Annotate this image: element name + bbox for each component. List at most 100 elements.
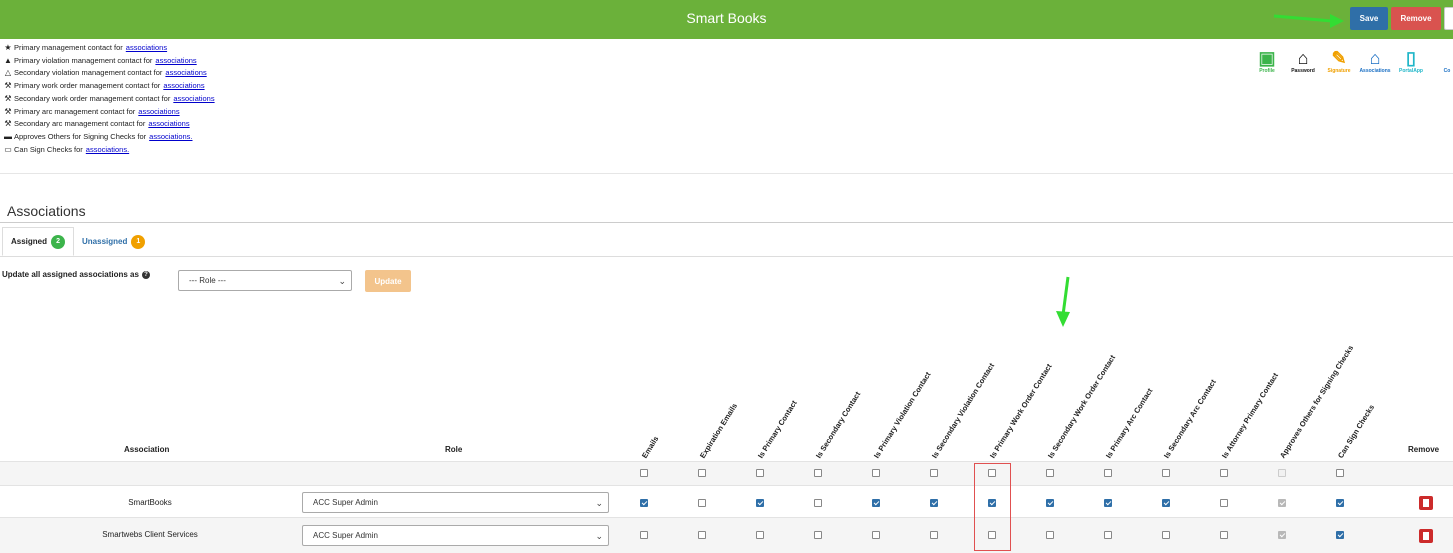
select-value: --- Role --- — [189, 276, 226, 285]
filter-checkbox[interactable] — [814, 469, 822, 477]
highlight-box-annotation — [974, 463, 1011, 551]
column-header-checkbox: Emails — [640, 434, 661, 460]
remove-row-button[interactable] — [1419, 529, 1433, 543]
tool-profile[interactable]: ▣ Profile — [1252, 48, 1282, 74]
filter-checkbox[interactable] — [698, 469, 706, 477]
tool-signature[interactable]: ✎ Signature — [1324, 48, 1354, 74]
row-checkbox[interactable] — [698, 531, 706, 539]
legend-text: Primary arc management contact for — [14, 106, 136, 116]
column-header-checkbox: Is Secondary Contact — [814, 389, 863, 460]
column-header-checkbox: Is Primary Contact — [756, 398, 799, 460]
row-checkbox[interactable] — [814, 531, 822, 539]
tab-unassigned[interactable]: Unassigned 1 — [74, 227, 153, 256]
remove-row-button[interactable] — [1419, 496, 1433, 510]
column-header-checkbox: Is Primary Work Order Contact — [988, 362, 1054, 460]
remove-button[interactable]: Remove — [1391, 7, 1441, 30]
chevron-down-icon: ⌄ — [338, 276, 346, 286]
legend-item: ▲ Primary violation management contact fo… — [2, 55, 215, 68]
legend-item: ⚒ Primary work order management contact f… — [2, 80, 215, 93]
tool-associations[interactable]: ⌂ Associations — [1359, 48, 1390, 74]
money-icon: ▬ — [4, 131, 12, 141]
green-arrow-annotation — [1056, 276, 1070, 327]
column-header-remove: Remove — [1408, 445, 1440, 454]
filter-checkbox[interactable] — [756, 469, 764, 477]
column-header-checkbox: Is Primary Arc Contact — [1104, 386, 1155, 460]
divider — [0, 173, 1453, 174]
associations-link[interactable]: associations — [163, 80, 204, 93]
row-checkbox[interactable] — [698, 499, 706, 507]
save-button[interactable]: Save — [1350, 7, 1388, 30]
associations-link[interactable]: associations — [148, 118, 189, 131]
extra-button[interactable] — [1444, 7, 1453, 30]
tab-assigned[interactable]: Assigned 2 — [2, 227, 75, 256]
filter-checkbox[interactable] — [930, 469, 938, 477]
contact-legend: ★ Primary management contact for associati… — [2, 42, 215, 156]
filter-checkbox[interactable] — [872, 469, 880, 477]
tool-label: Profile — [1259, 68, 1275, 74]
associations-link[interactable]: associations — [173, 93, 214, 106]
column-header-role: Role — [445, 445, 463, 454]
row-checkbox[interactable] — [1162, 499, 1170, 507]
bulk-role-select[interactable]: --- Role --- ⌄ — [178, 270, 352, 291]
select-value: ACC Super Admin — [313, 498, 378, 507]
associations-link[interactable]: associations — [165, 67, 206, 80]
column-header-association: Association — [124, 445, 170, 454]
legend-item: ▬ Approves Others for Signing Checks for a… — [2, 131, 215, 144]
user-tools: ▣ Profile ⌂ Password ✎ Signature ⌂ Associations… — [1252, 48, 1453, 74]
associations-link[interactable]: associations. — [149, 131, 192, 144]
row-checkbox[interactable] — [640, 531, 648, 539]
row-checkbox[interactable] — [1104, 531, 1112, 539]
row-checkbox[interactable] — [930, 499, 938, 507]
row-checkbox[interactable] — [1220, 531, 1228, 539]
update-button[interactable]: Update — [365, 270, 411, 292]
row-checkbox[interactable] — [872, 499, 880, 507]
filter-checkbox — [1278, 469, 1286, 477]
filter-checkbox[interactable] — [640, 469, 648, 477]
legend-item: ★ Primary management contact for associati… — [2, 42, 215, 55]
associations-link[interactable]: associations. — [86, 144, 129, 157]
associations-link[interactable]: associations — [138, 106, 179, 119]
row-checkbox[interactable] — [1220, 499, 1228, 507]
row-checkbox[interactable] — [1336, 531, 1344, 539]
row-checkbox — [1278, 499, 1286, 507]
role-select[interactable]: ACC Super Admin ⌄ — [302, 525, 609, 546]
role-select[interactable]: ACC Super Admin ⌄ — [302, 492, 609, 513]
tab-label: Unassigned — [82, 237, 128, 246]
filter-checkbox[interactable] — [1220, 469, 1228, 477]
row-checkbox[interactable] — [930, 531, 938, 539]
hammer-filled-icon: ⚒ — [4, 106, 12, 116]
row-checkbox[interactable] — [1336, 499, 1344, 507]
row-checkbox[interactable] — [1046, 499, 1054, 507]
associations-link[interactable]: associations — [126, 42, 167, 55]
table-row — [0, 487, 1453, 518]
row-checkbox[interactable] — [756, 499, 764, 507]
row-checkbox[interactable] — [872, 531, 880, 539]
row-checkbox[interactable] — [1104, 499, 1112, 507]
legend-item: △ Secondary violation management contact … — [2, 67, 215, 80]
green-arrow-annotation — [1273, 14, 1344, 28]
warning-filled-icon: ▲ — [4, 55, 12, 65]
associations-link[interactable]: associations — [155, 55, 196, 68]
help-icon[interactable]: ? — [141, 270, 150, 279]
row-checkbox[interactable] — [814, 499, 822, 507]
filter-checkbox[interactable] — [1046, 469, 1054, 477]
select-value: ACC Super Admin — [313, 531, 378, 540]
tool-co[interactable]: Co — [1432, 48, 1453, 74]
warning-outline-icon: △ — [4, 68, 12, 78]
tool-portalapp[interactable]: ▯ PortalApp — [1396, 48, 1426, 74]
filter-checkbox[interactable] — [1162, 469, 1170, 477]
filter-checkbox[interactable] — [1336, 469, 1344, 477]
filter-checkbox[interactable] — [1104, 469, 1112, 477]
tool-label: PortalApp — [1399, 68, 1423, 74]
row-checkbox — [1278, 531, 1286, 539]
row-checkbox[interactable] — [640, 499, 648, 507]
legend-text: Secondary arc management contact for — [14, 119, 146, 129]
legend-text: Secondary violation management contact f… — [14, 68, 163, 78]
row-checkbox[interactable] — [756, 531, 764, 539]
legend-text: Primary work order management contact fo… — [14, 81, 161, 91]
row-checkbox[interactable] — [1046, 531, 1054, 539]
tool-password[interactable]: ⌂ Password — [1288, 48, 1318, 74]
password-building-icon: ⌂ — [1297, 48, 1309, 68]
section-title: Associations — [7, 203, 86, 219]
row-checkbox[interactable] — [1162, 531, 1170, 539]
